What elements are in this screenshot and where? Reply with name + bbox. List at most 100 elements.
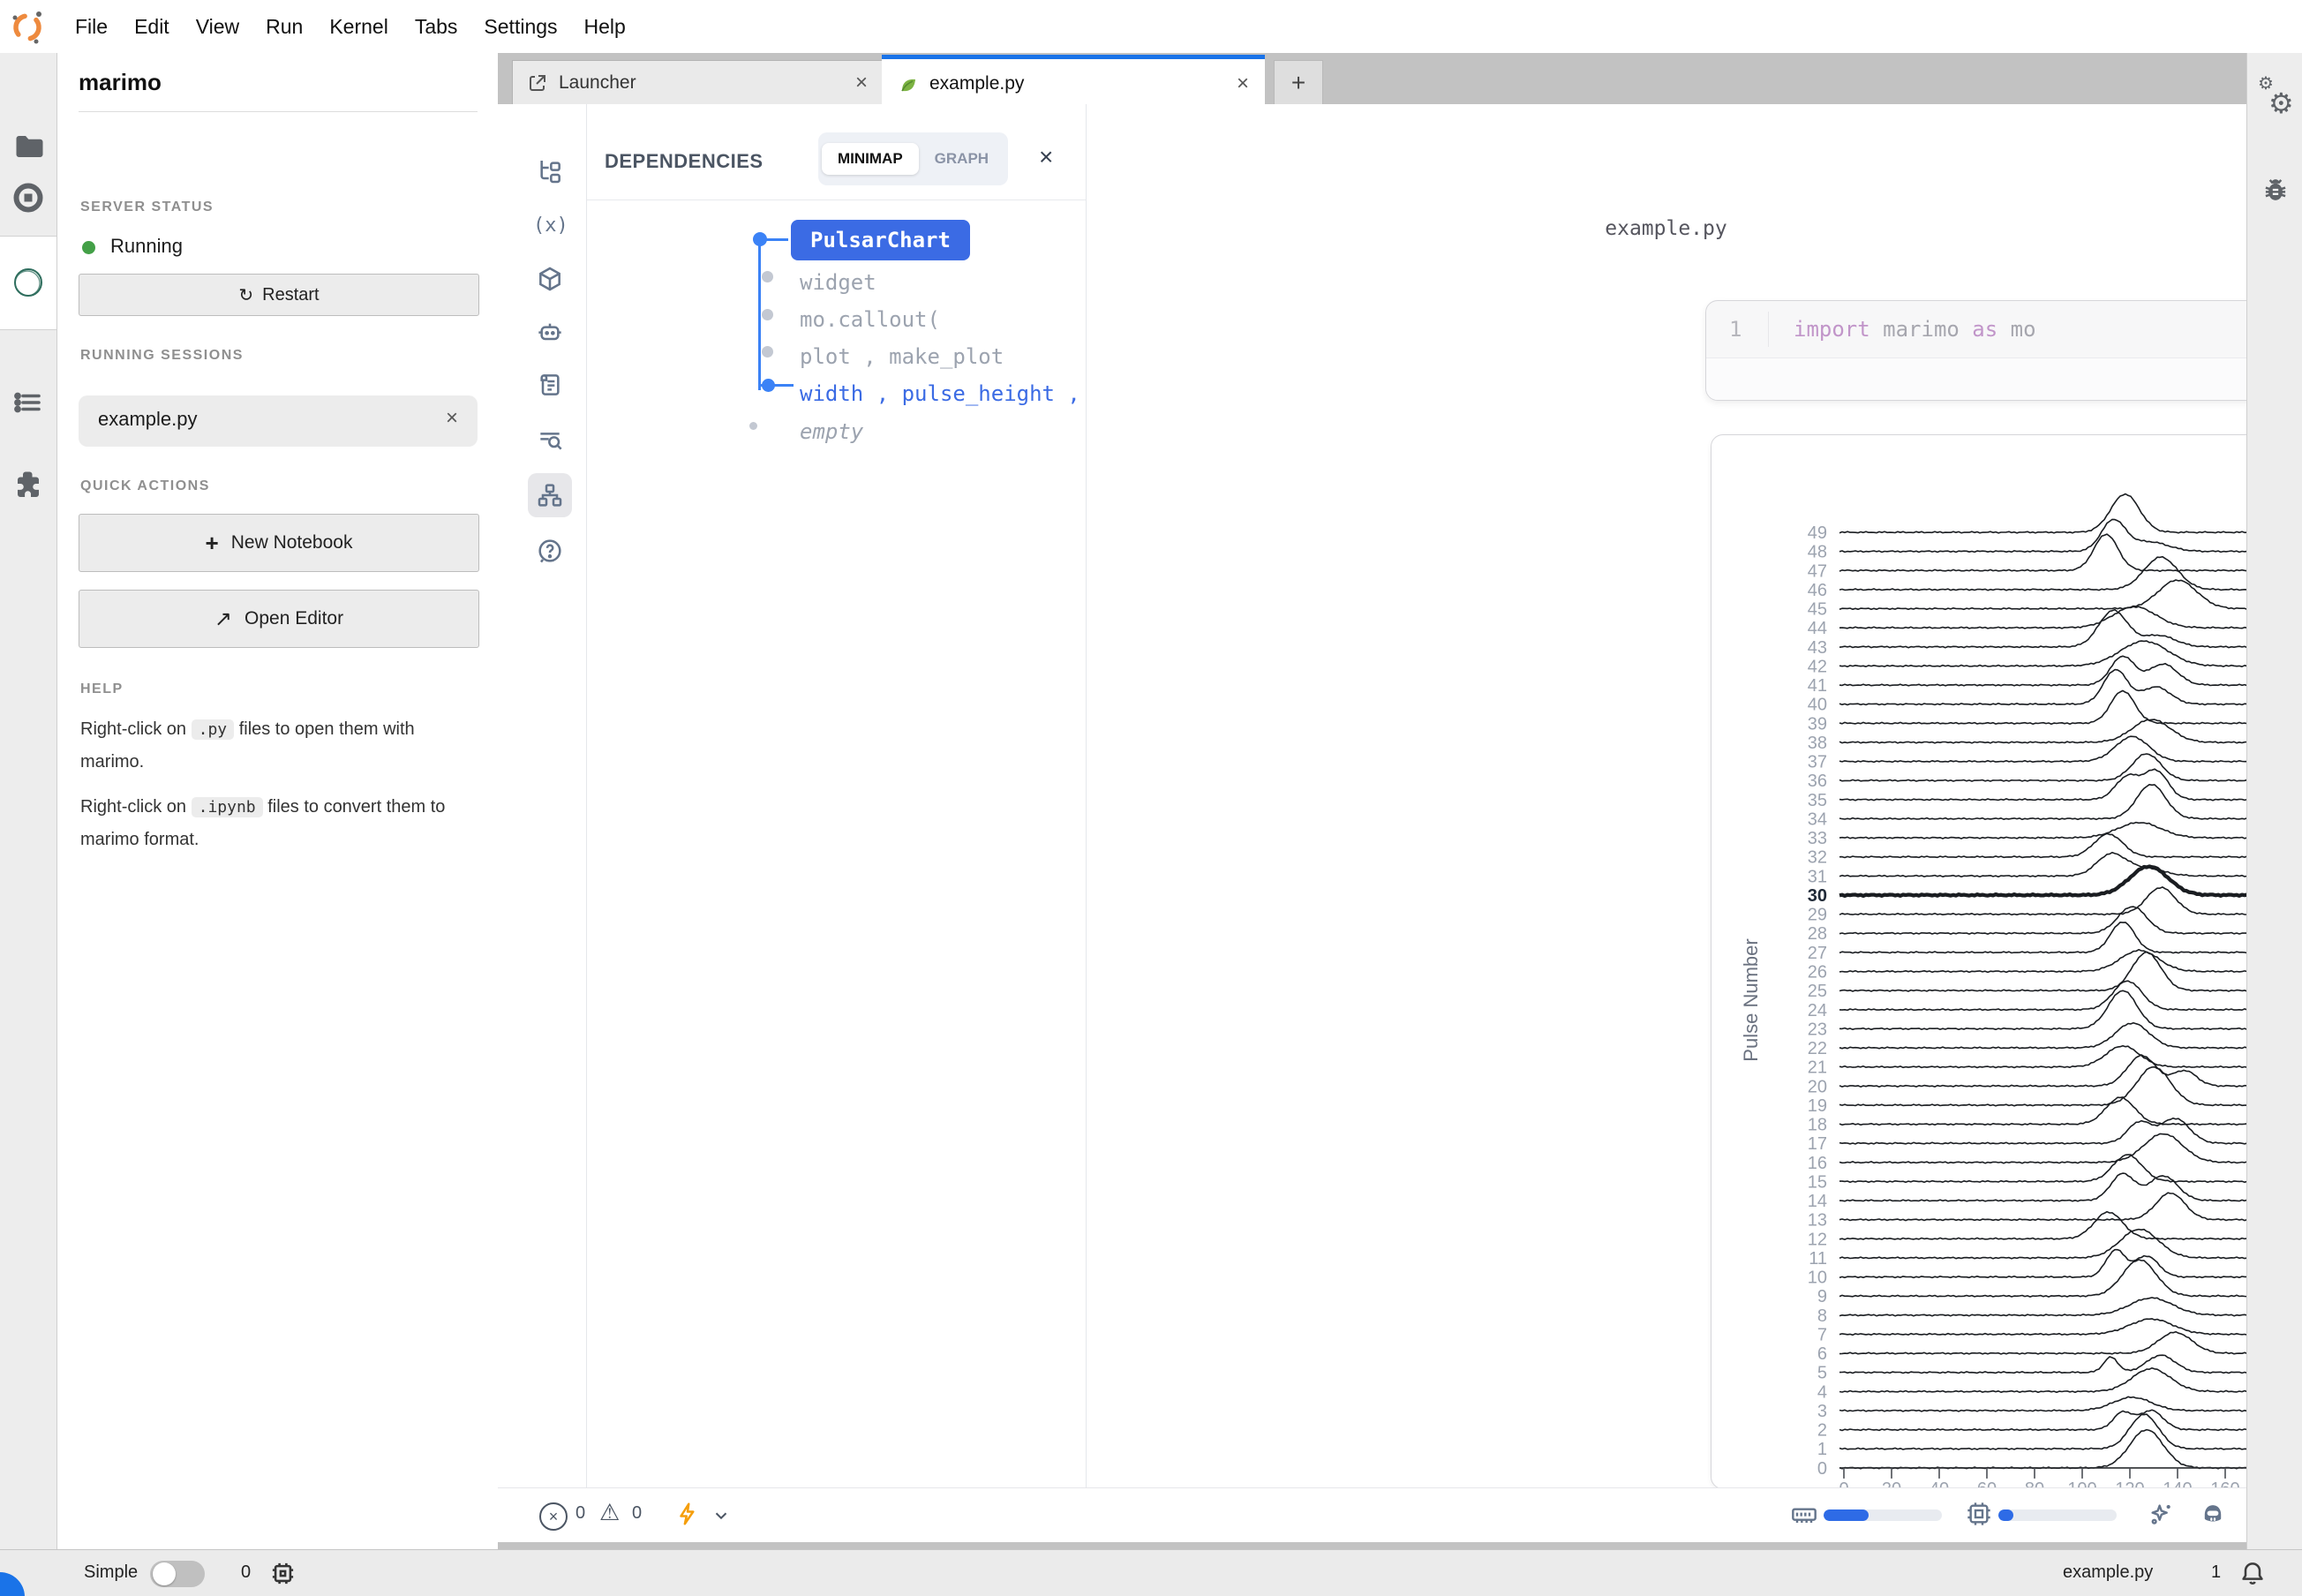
y-tick-label: 27 bbox=[1808, 944, 1827, 963]
y-tick-label: 2 bbox=[1817, 1421, 1827, 1441]
new-tab-button[interactable]: + bbox=[1274, 60, 1323, 104]
y-tick-label: 24 bbox=[1808, 1001, 1827, 1020]
pulse-curve bbox=[1839, 1230, 2302, 1259]
new-notebook-button[interactable]: + New Notebook bbox=[79, 514, 479, 572]
pulse-curve bbox=[1839, 1355, 2302, 1373]
debugger-bug-icon[interactable] bbox=[2259, 173, 2292, 207]
tab-launcher[interactable]: Launcher × bbox=[512, 60, 883, 105]
code-row: 1 import marimo as mo bbox=[1706, 301, 2302, 358]
runtime-config-icon[interactable] bbox=[674, 1501, 701, 1527]
close-tab-icon[interactable]: × bbox=[855, 71, 868, 95]
tree-item[interactable]: mo.callout( bbox=[800, 307, 940, 332]
errors-icon[interactable]: × bbox=[539, 1502, 568, 1531]
menu-item-file[interactable]: File bbox=[75, 15, 108, 39]
y-tick-label: 31 bbox=[1808, 867, 1827, 886]
pulse-curve bbox=[1839, 519, 2302, 552]
tree-item-highlighted[interactable]: width , pulse_height , n_poi bbox=[800, 381, 1086, 406]
property-inspector-icon-large[interactable]: ⚙ bbox=[2268, 87, 2294, 120]
pulse-curve bbox=[1839, 557, 2302, 591]
right-rail: ⚙ ⚙ bbox=[2246, 53, 2302, 1549]
dependencies-icon[interactable] bbox=[536, 481, 564, 509]
warning-icon[interactable]: ⚠ bbox=[599, 1499, 620, 1526]
y-tick-label: 28 bbox=[1808, 924, 1827, 944]
y-tick-label: 1 bbox=[1817, 1440, 1827, 1459]
session-name: example.py bbox=[98, 408, 198, 431]
y-tick-label: 12 bbox=[1808, 1230, 1827, 1249]
tree-item[interactable]: plot , make_plot bbox=[800, 344, 1004, 369]
status-bar: Simple 0 example.py 1 bbox=[0, 1549, 2302, 1596]
menu-item-kernel[interactable]: Kernel bbox=[329, 15, 387, 39]
bell-icon[interactable] bbox=[2238, 1559, 2267, 1587]
copilot-icon[interactable] bbox=[2198, 1499, 2228, 1529]
setup-cell[interactable]: 1 import marimo as mo setup cell ? bbox=[1705, 300, 2302, 401]
close-panel-icon[interactable]: × bbox=[1039, 143, 1053, 171]
tree-item-empty[interactable]: empty bbox=[800, 419, 863, 444]
y-tick-label: 14 bbox=[1808, 1192, 1827, 1211]
server-status-value: Running bbox=[110, 235, 183, 258]
menu-item-view[interactable]: View bbox=[196, 15, 239, 39]
close-tab-icon[interactable]: × bbox=[1237, 72, 1249, 96]
file-tree-icon[interactable] bbox=[536, 157, 564, 185]
gutter-divider bbox=[1768, 312, 1769, 347]
memory-icon bbox=[1790, 1500, 1818, 1528]
running-kernels-icon[interactable] bbox=[12, 182, 44, 214]
menu-bar: File Edit View Run Kernel Tabs Settings Help bbox=[0, 0, 2302, 53]
toggle-knob bbox=[153, 1562, 176, 1585]
pulse-curve bbox=[1839, 1410, 2302, 1430]
y-tick-label: 22 bbox=[1808, 1039, 1827, 1058]
y-tick-label: 39 bbox=[1808, 714, 1827, 734]
minimap-toggle-button[interactable]: MINIMAP bbox=[822, 143, 919, 175]
tree-item-selected[interactable]: PulsarChart bbox=[791, 220, 970, 260]
close-session-icon[interactable]: × bbox=[446, 406, 458, 431]
marimo-sidebar-icon[interactable] bbox=[11, 265, 46, 300]
tab-example-py[interactable]: example.py × bbox=[882, 55, 1265, 109]
scratchpad-search-icon[interactable] bbox=[536, 425, 564, 454]
tree-node-dot bbox=[749, 422, 757, 430]
table-of-contents-icon[interactable] bbox=[12, 387, 44, 418]
extensions-icon[interactable] bbox=[12, 468, 44, 500]
status-filename[interactable]: example.py bbox=[2063, 1562, 2153, 1583]
ai-chat-icon[interactable] bbox=[536, 318, 564, 346]
pulsar-ridgeline-chart: 4948474645444342414039383736353433323130… bbox=[1711, 435, 2302, 1488]
pulse-curve bbox=[1839, 1055, 2302, 1087]
menu-item-tabs[interactable]: Tabs bbox=[415, 15, 458, 39]
packages-icon[interactable] bbox=[536, 265, 564, 293]
restart-button[interactable]: ↻ Restart bbox=[79, 274, 479, 316]
code-content[interactable]: import marimo as mo bbox=[1794, 317, 2036, 342]
ai-sparkles-icon[interactable] bbox=[2147, 1500, 2175, 1528]
graph-toggle-button[interactable]: GRAPH bbox=[919, 143, 1004, 175]
y-tick-label: 16 bbox=[1808, 1154, 1827, 1173]
file-browser-icon[interactable] bbox=[12, 131, 44, 162]
tab-bar: Launcher × example.py × + bbox=[498, 53, 2246, 104]
menu-item-run[interactable]: Run bbox=[266, 15, 303, 39]
y-tick-label: 6 bbox=[1817, 1344, 1827, 1364]
notebook-canvas: ⚙ × example.py 1 import marimo as mo bbox=[1086, 104, 2246, 1487]
corner-accent bbox=[0, 1572, 25, 1596]
line-number: 1 bbox=[1729, 317, 1768, 342]
tree-item[interactable]: widget bbox=[800, 270, 876, 295]
y-tick-label: 47 bbox=[1808, 561, 1827, 581]
y-tick-label: 8 bbox=[1817, 1306, 1827, 1326]
pulse-curve bbox=[1839, 534, 2302, 571]
chevron-down-icon[interactable] bbox=[711, 1506, 731, 1525]
pulse-curve bbox=[1839, 580, 2302, 609]
menu-item-settings[interactable]: Settings bbox=[484, 15, 557, 39]
chip-icon[interactable] bbox=[269, 1560, 297, 1587]
marimo-logo-icon bbox=[9, 8, 46, 45]
session-item[interactable]: example.py × bbox=[79, 395, 478, 447]
variables-icon[interactable]: (x) bbox=[533, 215, 568, 237]
help-text: files to convert bbox=[267, 797, 381, 817]
simple-mode-toggle[interactable] bbox=[150, 1561, 205, 1587]
y-tick-label: 15 bbox=[1808, 1172, 1827, 1192]
open-editor-button[interactable]: ↗ Open Editor bbox=[79, 590, 479, 648]
y-tick-label: 34 bbox=[1808, 809, 1827, 829]
pulse-curve bbox=[1839, 922, 2302, 953]
menu-item-help[interactable]: Help bbox=[584, 15, 626, 39]
memory-usage-bar bbox=[1824, 1509, 1942, 1521]
pulse-curve bbox=[1839, 610, 2302, 648]
help-bubble-icon[interactable] bbox=[536, 537, 564, 565]
menu-item-edit[interactable]: Edit bbox=[134, 15, 169, 39]
sidebar-title: marimo bbox=[79, 69, 162, 96]
tree-node-dot bbox=[762, 271, 773, 282]
logs-icon[interactable] bbox=[536, 371, 564, 399]
